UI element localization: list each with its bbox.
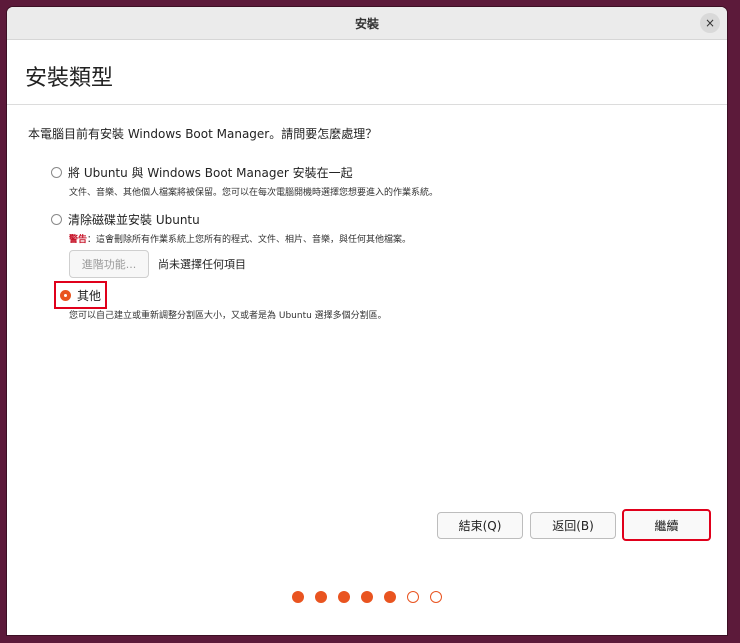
advanced-features-status: 尚未選擇任何項目 — [158, 258, 246, 271]
installer-window: 安裝 × 安裝類型 本電腦目前有安裝 Windows Boot Manager。… — [7, 7, 727, 635]
option-erase-disk-row[interactable]: 清除磁碟並安裝 Ubuntu — [51, 209, 411, 229]
option-label: 將 Ubuntu 與 Windows Boot Manager 安裝在一起 — [68, 165, 353, 180]
option-install-alongside: 將 Ubuntu 與 Windows Boot Manager 安裝在一起 文件… — [51, 162, 438, 198]
warning-label: 警告 — [69, 235, 88, 245]
radio-install-alongside[interactable] — [51, 166, 62, 178]
option-description: 您可以自己建立或重新調整分割區大小，又或者是為 Ubuntu 選擇多個分割區。 — [69, 311, 387, 321]
advanced-features-button[interactable]: 進階功能... — [69, 250, 149, 278]
progress-dot — [430, 591, 442, 603]
option-label: 清除磁碟並安裝 Ubuntu — [68, 212, 200, 227]
progress-dots — [292, 591, 453, 603]
page-header: 安裝類型 — [7, 40, 727, 105]
quit-button[interactable]: 結束(Q) — [437, 512, 523, 539]
option-warning: 警告：這會刪除所有作業系統上您所有的程式、文件、相片、音樂，與任何其他檔案。 — [69, 232, 411, 245]
title-bar: 安裝 × — [7, 7, 727, 40]
back-button[interactable]: 返回(B) — [530, 512, 616, 539]
progress-dot — [407, 591, 419, 603]
continue-button[interactable]: 繼續 — [622, 509, 711, 541]
install-type-content: 本電腦目前有安裝 Windows Boot Manager。請問要怎麼處理？ 將… — [7, 105, 727, 635]
progress-dot — [338, 591, 350, 603]
option-install-alongside-row[interactable]: 將 Ubuntu 與 Windows Boot Manager 安裝在一起 — [51, 162, 438, 182]
install-question: 本電腦目前有安裝 Windows Boot Manager。請問要怎麼處理？ — [28, 127, 378, 141]
option-label: 其他 — [77, 288, 102, 303]
option-something-else: 其他 您可以自己建立或重新調整分割區大小，又或者是為 Ubuntu 選擇多個分割… — [53, 281, 387, 321]
progress-dot — [292, 591, 304, 603]
progress-dot — [315, 591, 327, 603]
close-button[interactable]: × — [700, 13, 720, 33]
page-title: 安裝類型 — [25, 66, 114, 91]
close-icon: × — [704, 16, 716, 30]
warning-text: ：這會刪除所有作業系統上您所有的程式、文件、相片、音樂，與任何其他檔案。 — [87, 235, 412, 245]
progress-dot — [384, 591, 396, 603]
option-erase-disk: 清除磁碟並安裝 Ubuntu 警告：這會刪除所有作業系統上您所有的程式、文件、相… — [51, 209, 411, 278]
option-description: 文件、音樂、其他個人檔案將被保留。您可以在每次電腦開機時選擇您想要進入的作業系統… — [69, 188, 439, 198]
advanced-features-row: 進階功能... 尚未選擇任何項目 — [69, 250, 411, 278]
option-something-else-row[interactable]: 其他 — [53, 281, 108, 309]
radio-erase-disk[interactable] — [51, 213, 62, 225]
window-title: 安裝 — [354, 17, 379, 31]
radio-something-else[interactable] — [60, 289, 71, 301]
progress-dot — [361, 591, 373, 603]
